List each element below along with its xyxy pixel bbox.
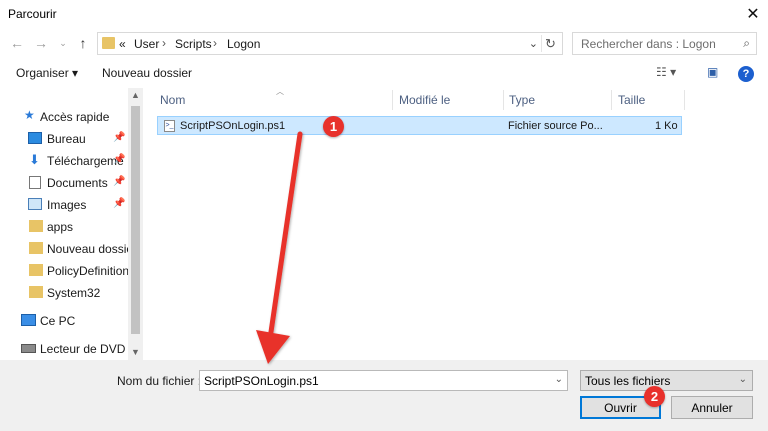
refresh-icon[interactable]: ↻ (541, 35, 559, 52)
chevron-right-icon: › (213, 36, 217, 50)
address-bar[interactable]: « User › Scripts › Logon ⌄ ↻ (97, 32, 563, 55)
sidebar-item-label: Documents (47, 176, 108, 190)
sidebar-item-label: Ce PC (40, 314, 76, 328)
pin-icon: 📌 (113, 132, 126, 143)
sidebar-item-label: Bureau (47, 132, 86, 146)
filename-label: Nom du fichier : (117, 374, 202, 388)
close-button[interactable]: ✕ (738, 0, 768, 28)
file-size: 1 Ko (655, 120, 678, 132)
sidebar-item-bureau[interactable]: Bureau 📌 (0, 128, 128, 150)
sidebar-item-label: Nouveau dossier (47, 242, 128, 256)
title-bar: Parcourir ✕ (0, 0, 768, 28)
sidebar-item-new-folder[interactable]: Nouveau dossier (0, 238, 128, 260)
chevron-down-icon[interactable]: ⌄ (529, 37, 538, 50)
file-list: Nom ︿ Modifié le Type Taille >_ ScriptPS… (150, 87, 768, 360)
dvd-icon (21, 344, 36, 353)
chevron-right-icon: › (162, 36, 166, 50)
navigation-pane: ★ Accès rapide Bureau 📌 ⬇ Téléchargeme 📌… (0, 88, 143, 360)
view-options-icon[interactable]: ☷ ▾ (656, 65, 676, 79)
file-type-select[interactable]: Tous les fichiers ⌄ (580, 370, 753, 391)
help-icon[interactable]: ? (738, 66, 754, 82)
preview-pane-icon[interactable]: ▣ (707, 65, 718, 79)
command-bar: Organiser ▾ Nouveau dossier ☷ ▾ ▣ (0, 60, 768, 86)
up-arrow-icon[interactable]: ↑ (74, 34, 92, 52)
sidebar-item-images[interactable]: Images 📌 (0, 194, 128, 216)
file-type: Fichier source Po... (508, 120, 603, 132)
column-header-name[interactable]: Nom ︿ (154, 87, 392, 112)
sidebar-item-this-pc[interactable]: Ce PC (0, 310, 128, 332)
sidebar-item-quick-access[interactable]: ★ Accès rapide (0, 106, 128, 128)
sidebar-item-label: apps (47, 220, 74, 234)
pin-icon: 📌 (113, 154, 126, 165)
chevron-down-icon: ⌄ (738, 374, 747, 385)
folder-icon (29, 264, 43, 276)
folder-icon (102, 37, 115, 49)
scroll-down-icon[interactable]: ▼ (131, 347, 140, 357)
recent-locations-icon[interactable]: ⌄ (54, 34, 72, 52)
sidebar-item-documents[interactable]: Documents 📌 (0, 172, 128, 194)
forward-arrow-icon[interactable]: → (32, 34, 50, 52)
window-title: Parcourir (8, 7, 57, 21)
filename-value: ScriptPSOnLogin.ps1 (204, 374, 319, 388)
filename-input[interactable]: ScriptPSOnLogin.ps1 ⌄ (199, 370, 568, 391)
column-header-label: Type (509, 93, 536, 107)
powershell-file-icon: >_ (164, 120, 175, 132)
file-name: ScriptPSOnLogin.ps1 (180, 120, 286, 132)
sidebar-item-downloads[interactable]: ⬇ Téléchargeme 📌 (0, 150, 128, 172)
folder-icon (29, 220, 43, 232)
scroll-thumb[interactable] (131, 106, 140, 334)
column-header-type[interactable]: Type (503, 88, 611, 112)
step-2-badge: 2 (644, 386, 665, 407)
file-row[interactable]: >_ ScriptPSOnLogin.ps1 Fichier source Po… (157, 116, 682, 135)
search-input[interactable]: Rechercher dans : Logon ⌕ (572, 32, 757, 55)
sidebar-item-policydefinitions[interactable]: PolicyDefinitions (0, 260, 128, 282)
sidebar-item-system32[interactable]: System32 (0, 282, 128, 304)
sidebar-scrollbar[interactable]: ▲ ▼ (128, 88, 143, 360)
desktop-icon (28, 132, 42, 144)
column-header-size[interactable]: Taille (612, 88, 684, 112)
computer-icon (21, 314, 36, 326)
column-header-label: Modifié le (399, 93, 451, 107)
chevron-down-icon[interactable]: ⌄ (555, 374, 563, 385)
organize-menu[interactable]: Organiser ▾ (16, 66, 78, 80)
breadcrumb-user[interactable]: User (134, 37, 159, 51)
sidebar-item-label: Accès rapide (40, 110, 110, 124)
new-folder-button[interactable]: Nouveau dossier (102, 66, 192, 80)
scroll-up-icon[interactable]: ▲ (131, 90, 140, 100)
sidebar-item-label: Images (47, 198, 87, 212)
column-header-modified[interactable]: Modifié le (393, 88, 503, 112)
folder-icon (29, 286, 43, 298)
pin-icon: 📌 (113, 176, 126, 187)
sort-ascending-icon: ︿ (276, 87, 284, 96)
images-icon (28, 198, 42, 210)
column-divider[interactable] (684, 90, 685, 110)
back-arrow-icon[interactable]: ← (8, 34, 26, 52)
breadcrumb-logon[interactable]: Logon (227, 37, 260, 51)
search-icon: ⌕ (743, 36, 750, 50)
sidebar-item-label: PolicyDefinitions (47, 264, 128, 278)
download-icon: ⬇ (29, 152, 40, 167)
breadcrumb-scripts[interactable]: Scripts (175, 37, 212, 51)
breadcrumb-overflow[interactable]: « (119, 37, 126, 51)
step-1-badge: 1 (323, 116, 344, 137)
navigation-bar: ← → ⌄ ↑ « User › Scripts › Logon ⌄ ↻ Rec… (0, 28, 768, 58)
sidebar-item-label: System32 (47, 286, 101, 300)
sidebar-item-label: Lecteur de DVD (D (40, 342, 128, 356)
documents-icon (29, 176, 41, 189)
cancel-button[interactable]: Annuler (671, 396, 753, 419)
search-placeholder: Rechercher dans : Logon (581, 37, 716, 51)
star-icon: ★ (24, 108, 35, 122)
folder-icon (29, 242, 43, 254)
sidebar-item-dvd-drive[interactable]: Lecteur de DVD (D (0, 338, 128, 360)
column-header-label: Taille (618, 93, 646, 107)
pin-icon: 📌 (113, 198, 126, 209)
column-header-label: Nom (160, 93, 186, 107)
sidebar-item-apps[interactable]: apps (0, 216, 128, 238)
